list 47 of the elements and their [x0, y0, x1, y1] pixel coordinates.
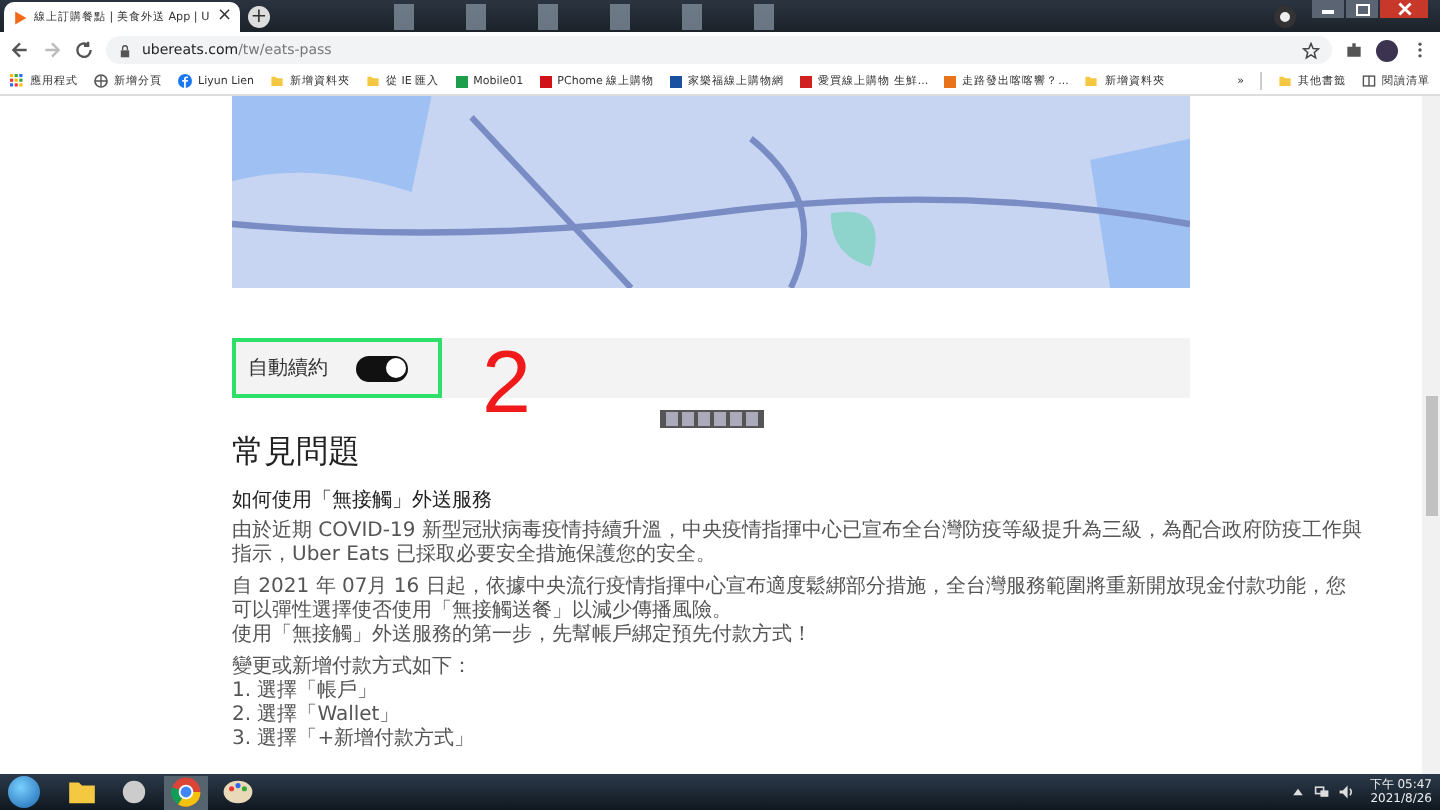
close-button[interactable]: [1380, 0, 1428, 18]
tray-arrow-icon[interactable]: [1289, 784, 1306, 800]
body-text: 2. 選擇「Wallet」: [232, 704, 402, 727]
close-icon: [1397, 2, 1411, 16]
folder-icon: [366, 74, 381, 88]
body-text: 使用「無接觸」外送服務的第一步，先幫帳戶綁定預先付款方式！: [232, 624, 814, 648]
auto-renew-toggle[interactable]: [356, 355, 408, 381]
question-heading: 如何使用「無接觸」外送服務: [232, 487, 494, 514]
mini-toolbar-drawing[interactable]: [659, 410, 763, 428]
desktop-icon: [682, 3, 702, 29]
profile-avatar[interactable]: [1376, 39, 1398, 61]
desktop-icon: [610, 3, 630, 29]
tab-close-button[interactable]: ×: [216, 8, 232, 26]
disc-icon[interactable]: [1274, 5, 1296, 27]
desktop-icon: [466, 3, 486, 29]
start-button[interactable]: [8, 776, 40, 808]
folder-icon: [1084, 74, 1099, 88]
facebook-icon: [178, 74, 192, 88]
auto-renew-label: 自動續約: [248, 355, 328, 382]
maximize-button[interactable]: [1346, 0, 1378, 18]
reload-icon[interactable]: [74, 40, 94, 60]
extensions-puzzle-icon[interactable]: [1344, 40, 1364, 60]
globe-icon: [94, 74, 108, 88]
folder-icon: [1278, 74, 1292, 88]
chrome-taskbar-icon[interactable]: [164, 775, 208, 809]
reading-list-icon: [1362, 74, 1376, 88]
scrollbar[interactable]: [1422, 96, 1440, 774]
body-text: 由於近期 COVID-19 新型冠狀病毒疫情持續升溫，中央疫情指揮中心已宣布全台灣防疫等級提升為三級，為配合政府防疫工作與指示，Uber Eats 已採取必要安全措施保護您的安全。: [232, 520, 1362, 568]
faq-heading: 常見問題: [232, 432, 362, 474]
desktop-icon: [394, 3, 414, 29]
volume-icon[interactable]: [1337, 784, 1354, 800]
bookmark-star-icon[interactable]: [1302, 41, 1320, 59]
desktop-icon: [754, 3, 774, 29]
body-text: 1. 選擇「帳戶」: [232, 680, 380, 703]
desktop-icon: [538, 3, 558, 29]
back-arrow-icon[interactable]: [10, 40, 30, 60]
annotation-number: 2: [482, 340, 531, 428]
apps-grid-icon: [10, 74, 24, 88]
body-text: 自 2021 年 07月 16 日起，依據中央流行疫情指揮中心宣布適度鬆綁部分措施，全台灣服務範圍將重新開放現金付款功能，您可以彈性選擇使否使用「無接觸送餐」以減少傳播風險。: [232, 576, 1348, 623]
minimize-button[interactable]: [1312, 0, 1344, 18]
tab-favicon-icon: [12, 9, 28, 25]
body-text: 變更或新增付款方式如下：: [232, 656, 474, 679]
network-icon[interactable]: [1313, 784, 1330, 800]
lock-icon: [118, 43, 132, 57]
folder-icon: [270, 74, 285, 88]
body-text: 3. 選擇「+新增付款方式」: [232, 728, 477, 752]
new-tab-button[interactable]: +: [248, 6, 270, 28]
